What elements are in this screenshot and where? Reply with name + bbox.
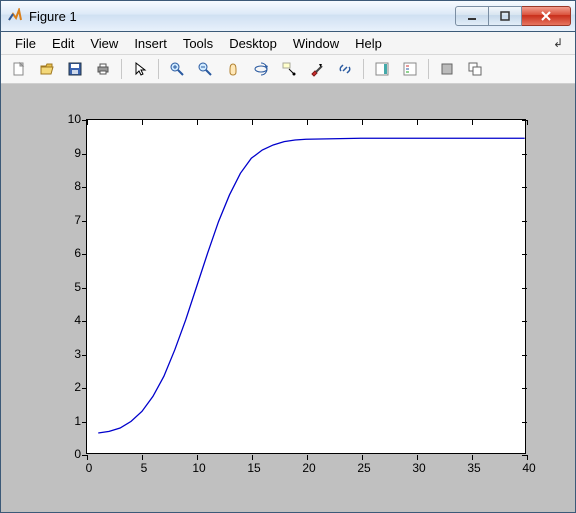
close-button[interactable]: [522, 6, 571, 26]
menu-file[interactable]: File: [7, 34, 44, 53]
y-tick: [82, 254, 87, 255]
y-tick: [82, 221, 87, 222]
brush-icon[interactable]: ▾: [305, 57, 329, 81]
pan-icon[interactable]: [221, 57, 245, 81]
x-tick-label: 20: [299, 461, 319, 475]
y-tick: [82, 321, 87, 322]
x-tick: [252, 455, 253, 460]
title-bar: Figure 1: [1, 1, 575, 32]
line-plot: [87, 120, 525, 453]
hide-tools-icon[interactable]: [435, 57, 459, 81]
x-tick: [142, 455, 143, 460]
zoom-out-icon[interactable]: [193, 57, 217, 81]
y-tick-label: 6: [59, 246, 81, 260]
menu-bar: File Edit View Insert Tools Desktop Wind…: [1, 32, 575, 55]
dock-arrow-icon[interactable]: ↲: [553, 36, 569, 50]
x-tick-label: 35: [464, 461, 484, 475]
pointer-icon[interactable]: [128, 57, 152, 81]
y-tick: [82, 288, 87, 289]
y-tick: [82, 187, 87, 188]
data-cursor-icon[interactable]: [277, 57, 301, 81]
new-file-icon[interactable]: [7, 57, 31, 81]
x-tick-label: 5: [134, 461, 154, 475]
matlab-icon: [7, 8, 23, 24]
y-tick: [82, 422, 87, 423]
y-tick-label: 7: [59, 213, 81, 227]
window-buttons: [455, 6, 571, 26]
menu-desktop[interactable]: Desktop: [221, 34, 285, 53]
y-tick-label: 8: [59, 179, 81, 193]
y-tick: [82, 120, 87, 121]
toolbar-separator: [121, 59, 122, 79]
y-tick: [82, 355, 87, 356]
window-title: Figure 1: [29, 9, 455, 24]
svg-text:▾: ▾: [319, 63, 322, 69]
menu-view[interactable]: View: [82, 34, 126, 53]
x-tick: [527, 455, 528, 460]
y-tick-label: 10: [59, 112, 81, 126]
x-tick-label: 15: [244, 461, 264, 475]
axes[interactable]: 0510152025303540012345678910: [86, 119, 526, 454]
y-tick: [82, 154, 87, 155]
y-tick-label: 0: [59, 447, 81, 461]
y-tick-label: 3: [59, 347, 81, 361]
x-tick: [197, 455, 198, 460]
x-tick-label: 25: [354, 461, 374, 475]
toolbar-separator: [428, 59, 429, 79]
y-tick-label: 5: [59, 280, 81, 294]
x-tick-label: 0: [79, 461, 99, 475]
x-tick-label: 30: [409, 461, 429, 475]
menu-insert[interactable]: Insert: [126, 34, 175, 53]
menu-help[interactable]: Help: [347, 34, 390, 53]
rotate3d-icon[interactable]: [249, 57, 273, 81]
figure-canvas[interactable]: 0 5 10 15 20 25 30 35 40 0 1 2 3 4 5 6 7 8 9 10: [1, 84, 575, 512]
y-tick-label: 9: [59, 146, 81, 160]
x-tick-label: 10: [189, 461, 209, 475]
figure-toolbar: ▾: [1, 55, 575, 84]
x-tick: [362, 455, 363, 460]
menu-window[interactable]: Window: [285, 34, 347, 53]
figure-window: Figure 1 File Edit View Insert Tools Des…: [0, 0, 576, 513]
x-tick: [417, 455, 418, 460]
show-tools-icon[interactable]: [463, 57, 487, 81]
insert-colorbar-icon[interactable]: [370, 57, 394, 81]
y-tick: [82, 455, 87, 456]
y-tick-label: 1: [59, 414, 81, 428]
y-tick-label: 4: [59, 313, 81, 327]
maximize-button[interactable]: [489, 6, 522, 26]
insert-legend-icon[interactable]: [398, 57, 422, 81]
toolbar-separator: [363, 59, 364, 79]
print-icon[interactable]: [91, 57, 115, 81]
open-file-icon[interactable]: [35, 57, 59, 81]
y-tick: [82, 388, 87, 389]
x-tick: [472, 455, 473, 460]
link-icon[interactable]: [333, 57, 357, 81]
menu-edit[interactable]: Edit: [44, 34, 82, 53]
y-tick-label: 2: [59, 380, 81, 394]
toolbar-separator: [158, 59, 159, 79]
x-tick-label: 40: [519, 461, 539, 475]
zoom-in-icon[interactable]: [165, 57, 189, 81]
x-tick: [87, 455, 88, 460]
menu-tools[interactable]: Tools: [175, 34, 221, 53]
minimize-button[interactable]: [455, 6, 489, 26]
save-icon[interactable]: [63, 57, 87, 81]
x-tick: [307, 455, 308, 460]
